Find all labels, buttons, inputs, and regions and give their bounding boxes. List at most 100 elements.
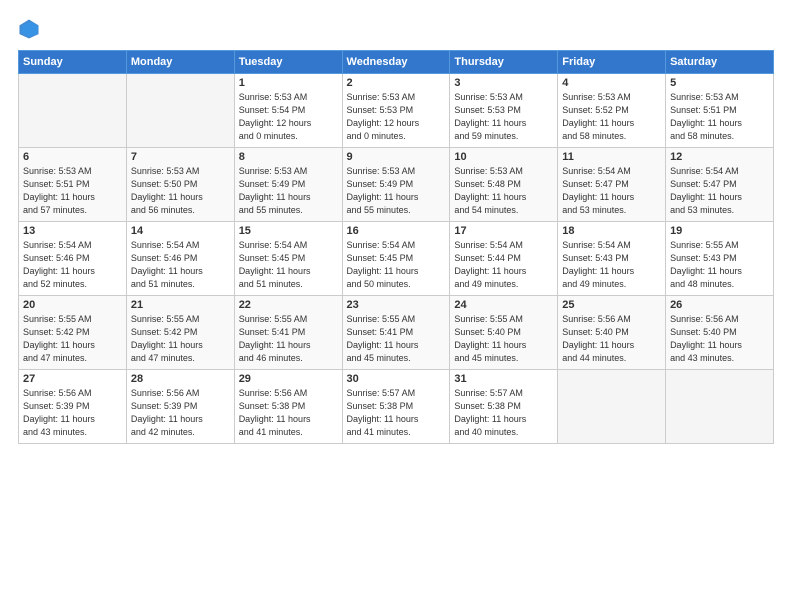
calendar-cell: 9Sunrise: 5:53 AM Sunset: 5:49 PM Daylig… (342, 148, 450, 222)
logo (18, 18, 44, 40)
day-info: Sunrise: 5:55 AM Sunset: 5:40 PM Dayligh… (454, 313, 553, 365)
day-info: Sunrise: 5:53 AM Sunset: 5:54 PM Dayligh… (239, 91, 338, 143)
calendar-cell: 22 Sunrise: 5:55 AM Sunset: 5:41 PM Dayli… (234, 296, 342, 370)
day-info: Sunrise: 5:56 AM Sunset: 5:38 PM Dayligh… (239, 387, 338, 439)
day-info: Sunrise: 5:53 AM Sunset: 5:50 PM Dayligh… (131, 165, 230, 217)
day-number: 24 (454, 299, 553, 311)
calendar-cell: 16 Sunrise: 5:54 AM Sunset: 5:45 PM Dayli… (342, 222, 450, 296)
calendar-cell: 3Sunrise: 5:53 AM Sunset: 5:53 PM Daylig… (450, 74, 558, 148)
page: SundayMondayTuesdayWednesdayThursdayFrid… (0, 0, 792, 612)
day-info: Sunrise: 5:53 AM Sunset: 5:51 PM Dayligh… (670, 91, 769, 143)
calendar-cell: 26 Sunrise: 5:56 AM Sunset: 5:40 PM Dayli… (666, 296, 774, 370)
day-info: Sunrise: 5:53 AM Sunset: 5:52 PM Dayligh… (562, 91, 661, 143)
day-info: Sunrise: 5:56 AM Sunset: 5:40 PM Dayligh… (562, 313, 661, 365)
day-number: 5 (670, 77, 769, 89)
day-number: 22 (239, 299, 338, 311)
day-number: 23 (347, 299, 446, 311)
day-info: Sunrise: 5:53 AM Sunset: 5:51 PM Dayligh… (23, 165, 122, 217)
day-info: Sunrise: 5:56 AM Sunset: 5:40 PM Dayligh… (670, 313, 769, 365)
calendar-cell: 1 Sunrise: 5:53 AM Sunset: 5:54 PM Daylig… (234, 74, 342, 148)
day-number: 6 (23, 151, 122, 163)
calendar-cell: 4 Sunrise: 5:53 AM Sunset: 5:52 PM Daylig… (558, 74, 666, 148)
calendar-cell: 21 Sunrise: 5:55 AM Sunset: 5:42 PM Dayli… (126, 296, 234, 370)
day-info: Sunrise: 5:54 AM Sunset: 5:47 PM Dayligh… (562, 165, 661, 217)
day-number: 15 (239, 225, 338, 237)
day-number: 28 (131, 373, 230, 385)
day-number: 20 (23, 299, 122, 311)
calendar-cell: 13 Sunrise: 5:54 AM Sunset: 5:46 PM Dayli… (19, 222, 127, 296)
day-info: Sunrise: 5:54 AM Sunset: 5:45 PM Dayligh… (239, 239, 338, 291)
week-row-0: 1 Sunrise: 5:53 AM Sunset: 5:54 PM Daylig… (19, 74, 774, 148)
header-row: SundayMondayTuesdayWednesdayThursdayFrid… (19, 51, 774, 74)
day-number: 1 (239, 77, 338, 89)
day-number: 21 (131, 299, 230, 311)
day-header-friday: Friday (558, 51, 666, 74)
day-number: 19 (670, 225, 769, 237)
calendar-cell: 5 Sunrise: 5:53 AM Sunset: 5:51 PM Daylig… (666, 74, 774, 148)
day-info: Sunrise: 5:55 AM Sunset: 5:41 PM Dayligh… (239, 313, 338, 365)
calendar-cell (19, 74, 127, 148)
calendar-cell (666, 370, 774, 444)
calendar-cell: 8 Sunrise: 5:53 AM Sunset: 5:49 PM Daylig… (234, 148, 342, 222)
day-number: 4 (562, 77, 661, 89)
day-info: Sunrise: 5:55 AM Sunset: 5:42 PM Dayligh… (131, 313, 230, 365)
day-header-sunday: Sunday (19, 51, 127, 74)
calendar-cell: 28 Sunrise: 5:56 AM Sunset: 5:39 PM Dayli… (126, 370, 234, 444)
calendar-cell: 31 Sunrise: 5:57 AM Sunset: 5:38 PM Dayli… (450, 370, 558, 444)
calendar-cell: 25 Sunrise: 5:56 AM Sunset: 5:40 PM Dayli… (558, 296, 666, 370)
calendar-table: SundayMondayTuesdayWednesdayThursdayFrid… (18, 50, 774, 444)
logo-icon (18, 18, 40, 40)
calendar-cell: 18 Sunrise: 5:54 AM Sunset: 5:43 PM Dayli… (558, 222, 666, 296)
calendar-cell: 17Sunrise: 5:54 AM Sunset: 5:44 PM Dayli… (450, 222, 558, 296)
day-info: Sunrise: 5:53 AM Sunset: 5:49 PM Dayligh… (347, 165, 446, 217)
calendar-cell (126, 74, 234, 148)
day-info: Sunrise: 5:56 AM Sunset: 5:39 PM Dayligh… (131, 387, 230, 439)
day-number: 30 (347, 373, 446, 385)
day-info: Sunrise: 5:53 AM Sunset: 5:53 PM Dayligh… (454, 91, 553, 143)
calendar-cell: 10Sunrise: 5:53 AM Sunset: 5:48 PM Dayli… (450, 148, 558, 222)
week-row-2: 13 Sunrise: 5:54 AM Sunset: 5:46 PM Dayli… (19, 222, 774, 296)
day-header-tuesday: Tuesday (234, 51, 342, 74)
day-number: 8 (239, 151, 338, 163)
day-info: Sunrise: 5:55 AM Sunset: 5:42 PM Dayligh… (23, 313, 122, 365)
week-row-3: 20 Sunrise: 5:55 AM Sunset: 5:42 PM Dayli… (19, 296, 774, 370)
day-info: Sunrise: 5:56 AM Sunset: 5:39 PM Dayligh… (23, 387, 122, 439)
calendar-cell: 29Sunrise: 5:56 AM Sunset: 5:38 PM Dayli… (234, 370, 342, 444)
day-number: 13 (23, 225, 122, 237)
day-header-monday: Monday (126, 51, 234, 74)
day-number: 17 (454, 225, 553, 237)
day-number: 10 (454, 151, 553, 163)
day-info: Sunrise: 5:57 AM Sunset: 5:38 PM Dayligh… (347, 387, 446, 439)
day-info: Sunrise: 5:57 AM Sunset: 5:38 PM Dayligh… (454, 387, 553, 439)
day-number: 18 (562, 225, 661, 237)
day-info: Sunrise: 5:54 AM Sunset: 5:45 PM Dayligh… (347, 239, 446, 291)
calendar-cell: 15 Sunrise: 5:54 AM Sunset: 5:45 PM Dayli… (234, 222, 342, 296)
calendar-cell: 20 Sunrise: 5:55 AM Sunset: 5:42 PM Dayli… (19, 296, 127, 370)
calendar-cell: 24 Sunrise: 5:55 AM Sunset: 5:40 PM Dayli… (450, 296, 558, 370)
calendar-cell (558, 370, 666, 444)
day-info: Sunrise: 5:55 AM Sunset: 5:41 PM Dayligh… (347, 313, 446, 365)
day-number: 26 (670, 299, 769, 311)
day-info: Sunrise: 5:54 AM Sunset: 5:46 PM Dayligh… (23, 239, 122, 291)
day-number: 7 (131, 151, 230, 163)
calendar-cell: 12Sunrise: 5:54 AM Sunset: 5:47 PM Dayli… (666, 148, 774, 222)
day-header-wednesday: Wednesday (342, 51, 450, 74)
week-row-1: 6 Sunrise: 5:53 AM Sunset: 5:51 PM Daylig… (19, 148, 774, 222)
calendar-cell: 27 Sunrise: 5:56 AM Sunset: 5:39 PM Dayli… (19, 370, 127, 444)
day-info: Sunrise: 5:54 AM Sunset: 5:43 PM Dayligh… (562, 239, 661, 291)
day-number: 27 (23, 373, 122, 385)
day-info: Sunrise: 5:53 AM Sunset: 5:53 PM Dayligh… (347, 91, 446, 143)
day-number: 16 (347, 225, 446, 237)
calendar-cell: 19 Sunrise: 5:55 AM Sunset: 5:43 PM Dayli… (666, 222, 774, 296)
header (18, 18, 774, 40)
day-info: Sunrise: 5:55 AM Sunset: 5:43 PM Dayligh… (670, 239, 769, 291)
week-row-4: 27 Sunrise: 5:56 AM Sunset: 5:39 PM Dayli… (19, 370, 774, 444)
day-info: Sunrise: 5:53 AM Sunset: 5:49 PM Dayligh… (239, 165, 338, 217)
day-header-thursday: Thursday (450, 51, 558, 74)
calendar-cell: 23 Sunrise: 5:55 AM Sunset: 5:41 PM Dayli… (342, 296, 450, 370)
calendar-cell: 14Sunrise: 5:54 AM Sunset: 5:46 PM Dayli… (126, 222, 234, 296)
day-number: 2 (347, 77, 446, 89)
calendar-cell: 2 Sunrise: 5:53 AM Sunset: 5:53 PM Daylig… (342, 74, 450, 148)
day-number: 25 (562, 299, 661, 311)
day-number: 31 (454, 373, 553, 385)
